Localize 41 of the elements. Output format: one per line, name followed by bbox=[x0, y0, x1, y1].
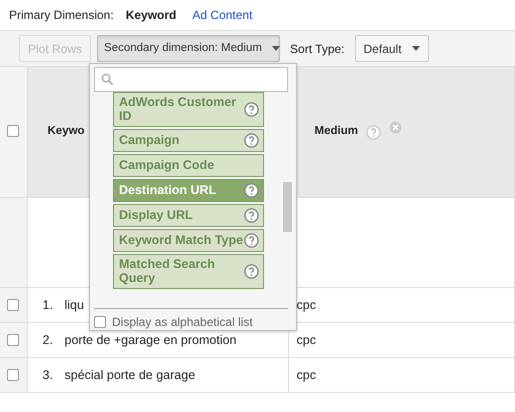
sort-type-label: Sort Type: bbox=[290, 40, 345, 58]
select-all-checkbox[interactable] bbox=[7, 125, 20, 138]
checkbox[interactable] bbox=[94, 316, 106, 328]
help-icon bbox=[244, 132, 259, 148]
help-icon bbox=[244, 264, 259, 279]
dimension-link[interactable]: Ad Content bbox=[188, 6, 256, 24]
primary-dimension-label: Primary Dimension: bbox=[9, 7, 114, 24]
help-icon bbox=[244, 102, 259, 117]
help-icon bbox=[244, 232, 259, 248]
table-cell: cpc bbox=[296, 368, 316, 382]
dimension-option[interactable]: Keyword Match Type bbox=[113, 228, 264, 252]
remove-icon[interactable] bbox=[388, 120, 402, 134]
search-field[interactable] bbox=[94, 67, 288, 92]
dimension-option[interactable]: Matched Search Query bbox=[113, 254, 264, 288]
help-icon bbox=[244, 208, 259, 223]
row-number: 1. bbox=[42, 296, 54, 314]
table-cell: cpc bbox=[296, 298, 316, 312]
table-cell-text: spécial porte de garage bbox=[64, 366, 196, 384]
dimension-option[interactable]: AdWords Customer ID bbox=[113, 92, 264, 127]
scrollbar[interactable] bbox=[283, 182, 292, 232]
column-header: Medium bbox=[314, 124, 358, 140]
sort-type-dropdown[interactable]: Default bbox=[354, 35, 429, 62]
dimension-option[interactable]: Campaign bbox=[113, 128, 264, 152]
row-checkbox[interactable] bbox=[7, 299, 20, 312]
dimension-option[interactable]: Campaign Code bbox=[113, 154, 264, 177]
secondary-dimension-dropdown[interactable]: Secondary dimension: Medium bbox=[97, 35, 280, 62]
table-cell: cpc bbox=[296, 332, 316, 347]
column-header: Keywo bbox=[48, 124, 85, 140]
table-cell-text: porte de +garage en promotion bbox=[64, 332, 236, 349]
row-checkbox[interactable] bbox=[7, 334, 20, 346]
help-icon bbox=[244, 182, 259, 198]
row-checkbox[interactable] bbox=[7, 369, 20, 382]
dimension-option[interactable]: Destination URL bbox=[113, 178, 264, 202]
dimension-option[interactable]: Display URL bbox=[113, 204, 264, 227]
dimension-tab[interactable]: Keyword bbox=[122, 6, 180, 24]
checkbox-label: Display as alphabetical list bbox=[112, 314, 253, 331]
table-cell-text: liqu bbox=[64, 296, 84, 314]
search-icon bbox=[101, 73, 114, 86]
row-number: 2. bbox=[42, 332, 54, 349]
row-number: 3. bbox=[42, 366, 54, 384]
help-icon bbox=[366, 124, 381, 140]
